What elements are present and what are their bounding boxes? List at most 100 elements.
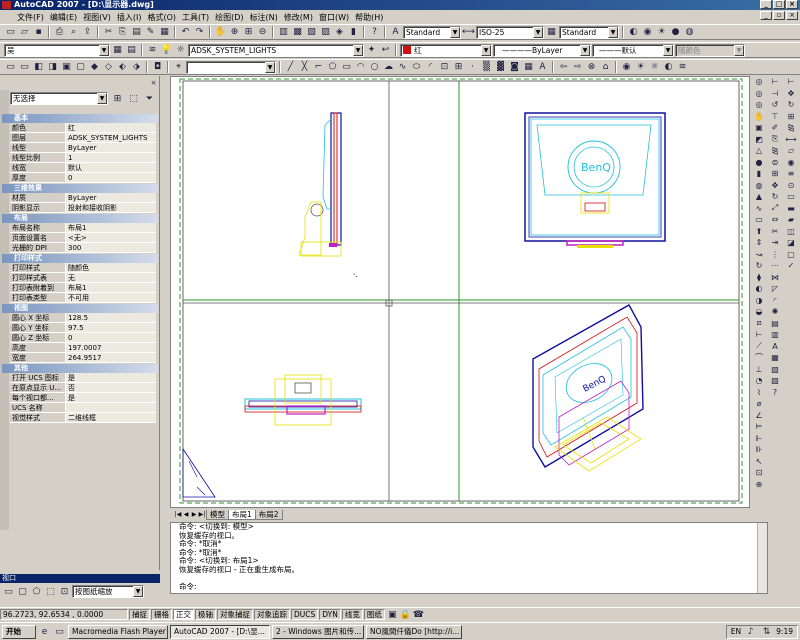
section-header-3[interactable]: 打印样式 xyxy=(2,254,158,263)
lock-icon[interactable]: 🔒 xyxy=(399,608,412,621)
scale-icon[interactable]: ⤢ xyxy=(768,203,782,215)
chamfer-icon[interactable]: ◸ xyxy=(768,283,782,295)
camera-view-icon[interactable]: ◘ xyxy=(151,61,164,74)
color-select[interactable]: 红 ▼ xyxy=(400,43,492,57)
tab-model[interactable]: 模型 xyxy=(206,510,229,520)
render-icon[interactable]: ◐ xyxy=(627,26,640,39)
property-row[interactable]: 页面设置名 <无> xyxy=(10,233,156,243)
drawing-area[interactable]: BenQ BenQ ·. xyxy=(170,76,750,508)
grid-toggle[interactable]: 栅格 xyxy=(151,609,172,620)
copy-object-icon[interactable]: ⎘ xyxy=(768,134,782,146)
dyn-toggle[interactable]: DYN xyxy=(319,609,341,620)
property-row[interactable]: 视觉样式 二维线框 xyxy=(10,413,156,423)
presspull-icon[interactable]: ⇕ xyxy=(752,237,766,249)
construction-line-icon[interactable]: ╳ xyxy=(298,61,311,74)
help-icon[interactable]: ? xyxy=(368,26,381,39)
palette-close-icon[interactable]: × xyxy=(149,79,158,88)
pyramid-icon[interactable]: ▲ xyxy=(752,191,766,203)
menu-format[interactable]: 格式(O) xyxy=(144,12,179,23)
section-header-0[interactable]: 基本 xyxy=(2,114,158,123)
sw-iso-icon[interactable]: ◆ xyxy=(88,61,101,74)
property-value[interactable]: 197.0007 xyxy=(65,343,156,352)
property-value[interactable]: 128.5 xyxy=(65,313,156,322)
flatshot-icon[interactable]: ▬ xyxy=(784,203,798,215)
angular-icon[interactable]: ∠ xyxy=(752,410,766,422)
arc-length-icon[interactable]: ⌒ xyxy=(752,352,766,364)
section-header-2[interactable]: 布局 xyxy=(2,214,158,223)
ducs-toggle[interactable]: DUCS xyxy=(291,609,319,620)
gradient-icon[interactable]: ▓ xyxy=(494,61,507,74)
linetype-select[interactable]: ———— ByLayer ▼ xyxy=(493,43,591,57)
text-style-select[interactable]: Standard ▼ xyxy=(403,25,461,39)
section-header-1[interactable]: 三维效果 xyxy=(2,184,158,193)
array-icon[interactable]: ⊞ xyxy=(768,168,782,180)
revision-cloud-icon[interactable]: ☁ xyxy=(382,61,395,74)
nw-iso-icon[interactable]: ⬗ xyxy=(130,61,143,74)
property-value[interactable]: 是 xyxy=(65,393,156,402)
render-preset-icon[interactable]: ◐ xyxy=(662,61,675,74)
align-icon[interactable]: ⊢ xyxy=(784,76,798,88)
pan-icon[interactable]: ✋ xyxy=(214,26,227,39)
thicken-icon[interactable]: ▰ xyxy=(784,214,798,226)
block-editor-icon[interactable]: ▦ xyxy=(158,26,171,39)
dim-style-select[interactable]: ISO-25 ▼ xyxy=(476,25,544,39)
layer-select[interactable]: ADSK_SYSTEM_LIGHTS ▼ xyxy=(188,43,364,57)
ortho-toggle[interactable]: 正交 xyxy=(173,609,194,620)
property-value[interactable]: 布局1 xyxy=(65,283,156,292)
mtext-icon[interactable]: A xyxy=(536,61,549,74)
polyline-icon[interactable]: ⌐ xyxy=(312,61,325,74)
property-row[interactable]: 打印表类型 不可用 xyxy=(10,293,156,303)
property-value[interactable]: ADSK_SYSTEM_LIGHTS xyxy=(65,133,156,142)
offset-icon[interactable]: ⊜ xyxy=(768,157,782,169)
layer-manager-icon[interactable]: ≋ xyxy=(146,44,159,57)
table-style-select[interactable]: Standard ▼ xyxy=(559,25,619,39)
area-icon[interactable]: ▱ xyxy=(784,145,798,157)
intersect-icon[interactable]: ◒ xyxy=(752,306,766,318)
otrack-toggle[interactable]: 对象追踪 xyxy=(254,609,290,620)
workspace-select[interactable]: 吴 ▼ xyxy=(4,43,110,57)
draworder-back-icon[interactable]: ▥ xyxy=(768,329,782,341)
viewport-scale-select[interactable]: 按图纸缩放 ▼ xyxy=(72,585,144,598)
planar-icon[interactable]: ▭ xyxy=(752,214,766,226)
menu-view[interactable]: 视图(V) xyxy=(80,12,114,23)
extrude-icon[interactable]: ⬆ xyxy=(752,226,766,238)
menu-help[interactable]: 帮助(H) xyxy=(352,12,386,23)
revolve-icon[interactable]: ↻ xyxy=(752,260,766,272)
section-plane-icon[interactable]: ▭ xyxy=(784,191,798,203)
id-point-icon[interactable]: ⊙ xyxy=(784,180,798,192)
first-tab-icon[interactable]: |◀ xyxy=(174,510,182,520)
shell-icon[interactable]: ▢ xyxy=(784,249,798,261)
property-value[interactable]: 红 xyxy=(65,123,156,132)
task-picture-viewer[interactable]: 2 - Windows 图片和传... xyxy=(272,624,364,639)
list-icon[interactable]: ≡ xyxy=(784,168,798,180)
doc-close-button[interactable]: × xyxy=(786,11,798,20)
quick-select-icon[interactable]: ⏷ xyxy=(143,92,156,105)
radius-icon[interactable]: ◔ xyxy=(752,375,766,387)
wedge-icon[interactable]: ◩ xyxy=(752,134,766,146)
mass-props-icon[interactable]: ◉ xyxy=(784,157,798,169)
menu-modify[interactable]: 修改(M) xyxy=(281,12,316,23)
undo-icon[interactable]: ↶ xyxy=(179,26,192,39)
property-row[interactable]: 宽度 264.9517 xyxy=(10,353,156,363)
property-value[interactable]: ByLayer xyxy=(65,193,156,202)
mirror-icon[interactable]: ⧎ xyxy=(768,145,782,157)
orbit-icon[interactable]: ◎ xyxy=(752,76,766,88)
inquiry-icon[interactable]: ? xyxy=(768,387,782,399)
free-orbit-icon[interactable]: ◎ xyxy=(752,88,766,100)
layout-canvas[interactable]: BenQ BenQ ·. xyxy=(171,77,749,507)
3drotate-icon[interactable]: ↻ xyxy=(784,99,798,111)
property-row[interactable]: 厚度 0 xyxy=(10,173,156,183)
erase-icon[interactable]: ✐ xyxy=(768,122,782,134)
join-icon[interactable]: ⋈ xyxy=(768,272,782,284)
publish-icon[interactable]: ⇪ xyxy=(81,26,94,39)
property-value[interactable]: 不可用 xyxy=(65,293,156,302)
table-icon[interactable]: ▦ xyxy=(522,61,535,74)
cylinder-icon[interactable]: ▮ xyxy=(752,168,766,180)
property-value[interactable]: 默认 xyxy=(65,163,156,172)
tray-network-icon[interactable]: ⇅ xyxy=(760,626,773,639)
view-back-icon[interactable]: ▢ xyxy=(74,61,87,74)
explode-icon[interactable]: ✺ xyxy=(768,306,782,318)
property-row[interactable]: 在原点显示 U... 否 xyxy=(10,383,156,393)
selection-select[interactable]: 无选择 ▼ xyxy=(10,92,108,105)
home-icon[interactable]: ⌂ xyxy=(599,61,612,74)
